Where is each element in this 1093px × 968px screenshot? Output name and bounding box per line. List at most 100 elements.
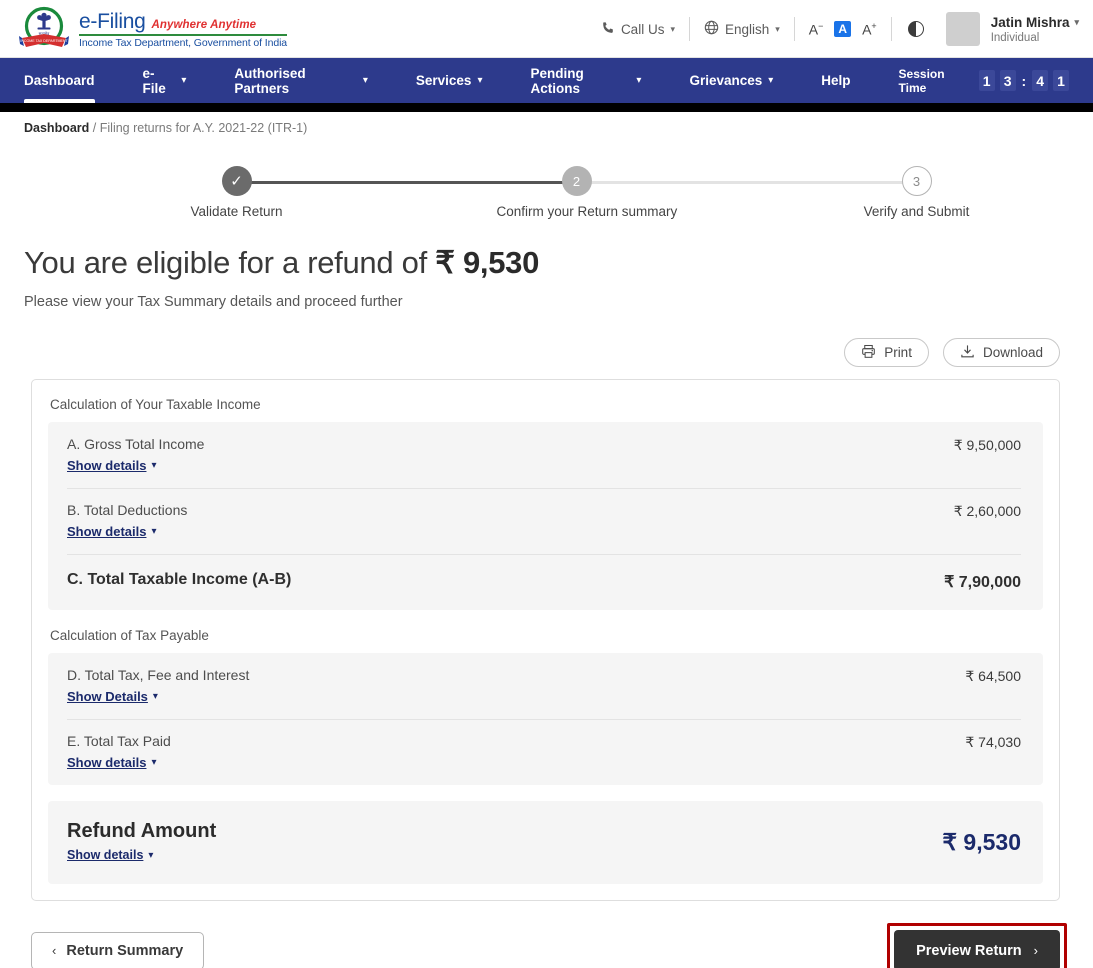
brand-department: Income Tax Department, Government of Ind… [79,38,287,49]
show-details-label: Show details [67,848,143,862]
font-size-controls: A− A A+ [795,21,891,37]
show-details-link-refund-amount[interactable]: Show details ▾ [67,848,153,862]
top-header: सत्यमेव INCOME TAX DEPARTMENT e-Filing A… [0,0,1093,58]
language-label: English [725,22,769,37]
avatar [946,12,980,46]
session-digit: 3 [1000,70,1016,91]
brand-tagline: Anywhere Anytime [151,20,256,32]
chevron-down-icon: ▾ [768,75,773,86]
nav-label: Grievances [689,73,762,88]
show-details-label: Show details [67,458,146,473]
nav-label: Authorised Partners [234,66,356,96]
nav-item-services[interactable]: Services ▾ [416,58,483,103]
step-confirm-return-summary[interactable]: 2 Confirm your Return summary [497,157,657,219]
nav-item-efile[interactable]: e-File ▾ [143,58,187,103]
breadcrumb-separator: / [93,121,96,135]
refund-value: ₹ 9,530 [942,829,1021,856]
row-value: ₹ 64,500 [965,667,1021,685]
page-title: You are eligible for a refund of ₹ 9,530 [24,245,1093,281]
tax-summary-card: Calculation of Your Taxable Income A. Gr… [31,379,1060,901]
return-summary-label: Return Summary [66,943,183,959]
main-navigation: Dashboard e-File ▾ Authorised Partners ▾… [0,58,1093,103]
preview-return-highlight: Preview Return › [887,923,1067,968]
page-heading-block: You are eligible for a refund of ₹ 9,530… [0,219,1093,310]
session-digit: 1 [1053,70,1069,91]
chevron-down-icon: ▾ [636,75,641,86]
language-menu[interactable]: English ▾ [690,20,794,38]
preview-return-button[interactable]: Preview Return › [894,930,1060,968]
step-label: Validate Return [157,204,317,219]
nav-label: Services [416,73,472,88]
font-normal-button[interactable]: A [834,21,851,37]
chevron-down-icon: ▾ [181,75,186,86]
taxable-income-group: A. Gross Total Income Show details ▾ ₹ 9… [48,422,1043,610]
download-button[interactable]: Download [943,338,1060,367]
show-details-link-total-tax-paid[interactable]: Show details ▾ [67,755,157,770]
step-marker: 2 [562,166,592,196]
nav-label: Help [821,73,850,88]
breadcrumb-current: Filing returns for A.Y. 2021-22 (ITR-1) [100,121,308,135]
call-us-label: Call Us [621,22,665,37]
chevron-down-icon: ▾ [775,24,780,35]
row-value: ₹ 2,60,000 [954,502,1021,520]
chevron-down-icon: ▾ [153,691,158,702]
call-us-menu[interactable]: Call Us ▾ [587,21,689,38]
font-decrease-button[interactable]: A− [809,22,824,37]
nav-item-dashboard[interactable]: Dashboard [24,58,95,103]
svg-text:INCOME TAX DEPARTMENT: INCOME TAX DEPARTMENT [20,39,68,43]
brand-divider [79,34,287,36]
show-details-link-total-tax-fee-interest[interactable]: Show Details ▾ [67,689,158,704]
row-value: ₹ 9,50,000 [954,436,1021,454]
user-menu[interactable]: Jatin Mishra ▾ Individual [940,12,1079,46]
globe-icon [704,20,719,38]
chevron-down-icon: ▾ [477,75,482,86]
breadcrumb-root[interactable]: Dashboard [24,121,89,135]
font-increase-button[interactable]: A+ [862,22,877,37]
user-role: Individual [991,32,1079,44]
nav-underbar [0,103,1093,112]
refund-amount-heading: ₹ 9,530 [435,245,539,280]
contrast-toggle[interactable] [892,21,940,37]
page-subtitle: Please view your Tax Summary details and… [24,294,1093,310]
refund-amount-group: Refund Amount Show details ▾ ₹ 9,530 [48,801,1043,884]
nav-item-authorised-partners[interactable]: Authorised Partners ▾ [234,58,367,103]
document-actions: Print Download [0,310,1093,367]
session-timer: Session Time 1 3 : 4 1 [899,67,1069,95]
show-details-label: Show details [67,755,146,770]
progress-stepper: ✓ Validate Return 2 Confirm your Return … [27,157,1067,219]
breadcrumb: Dashboard / Filing returns for A.Y. 2021… [0,112,1093,135]
session-colon: : [1021,73,1028,89]
nav-item-pending-actions[interactable]: Pending Actions ▾ [530,58,641,103]
chevron-down-icon: ▾ [151,757,156,768]
chevron-down-icon: ▾ [148,850,153,861]
chevron-right-icon: › [1034,943,1038,958]
step-verify-and-submit[interactable]: 3 Verify and Submit [837,157,997,219]
step-validate-return[interactable]: ✓ Validate Return [157,157,317,219]
step-marker: 3 [902,166,932,196]
header-utilities: Call Us ▾ English ▾ A− A A+ Jatin Mishr [587,12,1079,46]
row-label: C. Total Taxable Income (A-B) [67,571,291,589]
step-label: Confirm your Return summary [497,204,657,219]
page-title-prefix: You are eligible for a refund of [24,245,435,280]
preview-return-label: Preview Return [916,943,1022,959]
nav-item-grievances[interactable]: Grievances ▾ [689,58,773,103]
return-summary-button[interactable]: ‹ Return Summary [31,932,204,968]
nav-label: Dashboard [24,73,95,88]
show-details-link-total-deductions[interactable]: Show details ▾ [67,524,157,539]
nav-label: e-File [143,66,176,96]
print-button[interactable]: Print [844,338,929,367]
brand-logo[interactable]: सत्यमेव INCOME TAX DEPARTMENT e-Filing A… [18,6,287,52]
table-row: D. Total Tax, Fee and Interest Show Deta… [48,653,1043,719]
row-label: D. Total Tax, Fee and Interest [67,667,249,683]
print-label: Print [884,345,912,360]
nav-item-help[interactable]: Help [821,58,850,103]
brand-title: e-Filing [79,11,145,32]
india-emblem-icon: सत्यमेव INCOME TAX DEPARTMENT [18,6,70,52]
refund-row: Refund Amount Show details ▾ ₹ 9,530 [48,801,1043,884]
chevron-down-icon: ▾ [151,460,156,471]
row-label: B. Total Deductions [67,502,187,518]
form-footer: ‹ Return Summary Preview Return › [0,901,1093,968]
phone-icon [601,21,615,38]
show-details-link-gross-total-income[interactable]: Show details ▾ [67,458,157,473]
nav-label: Pending Actions [530,66,630,96]
